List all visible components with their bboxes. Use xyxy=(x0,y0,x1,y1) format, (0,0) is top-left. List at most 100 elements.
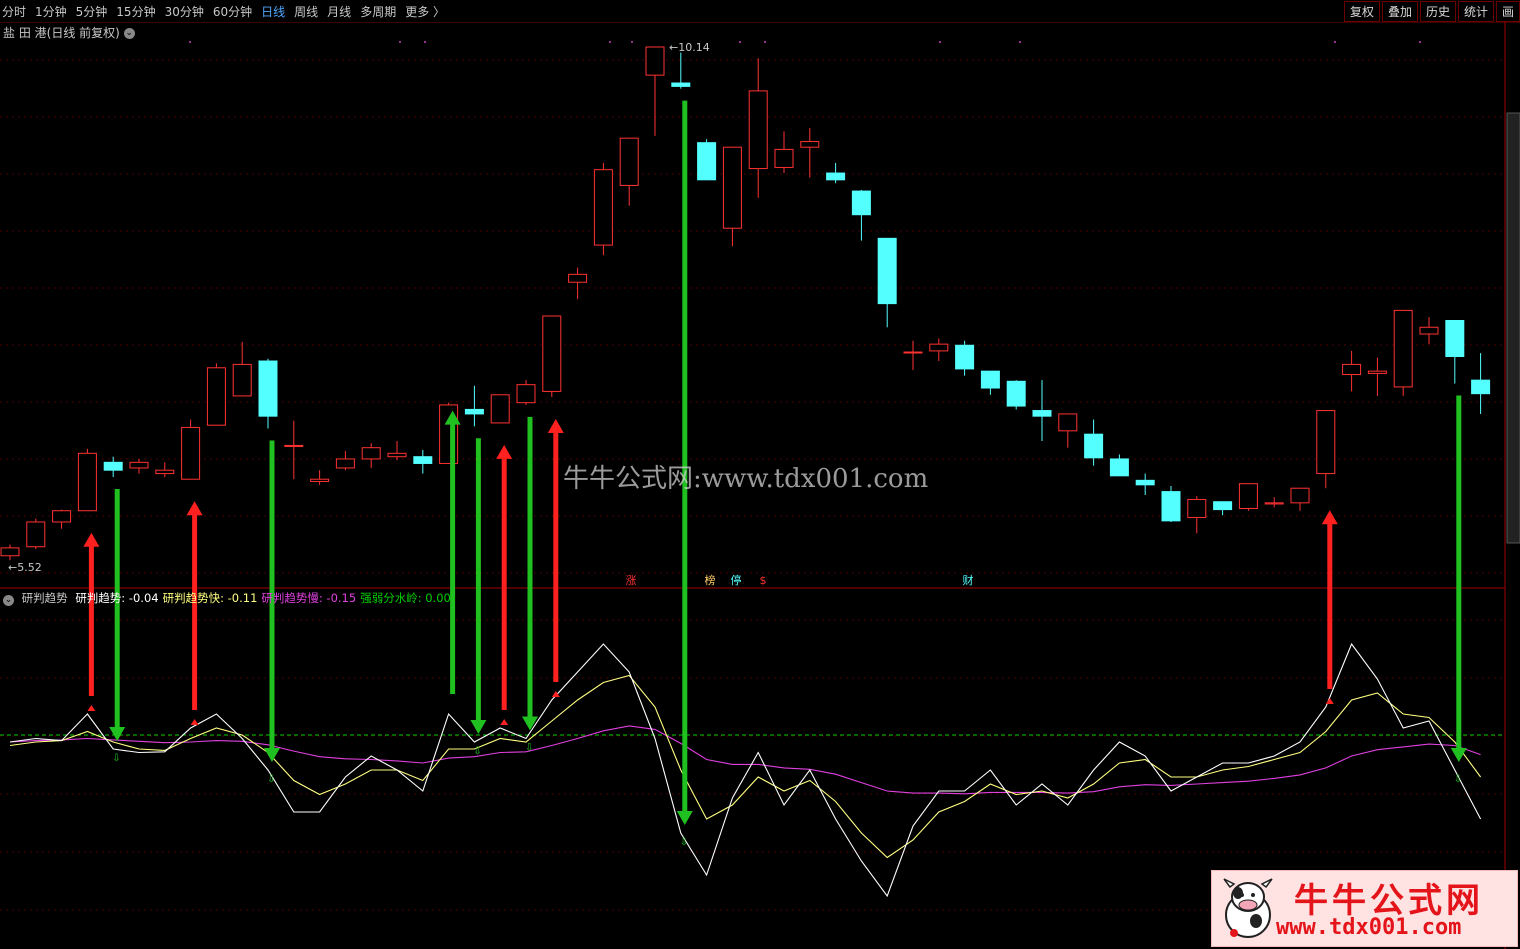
candle xyxy=(258,358,278,429)
candle-body xyxy=(955,344,975,370)
candle xyxy=(748,58,768,198)
candle xyxy=(413,449,433,474)
arrow-head xyxy=(676,811,693,825)
candle-body xyxy=(722,146,742,229)
candle xyxy=(232,341,252,397)
candle xyxy=(593,162,613,256)
settings-icon[interactable]: ⌄ xyxy=(3,595,14,606)
cow-logo-icon xyxy=(1223,878,1273,938)
candle xyxy=(26,518,46,549)
candle xyxy=(129,458,149,474)
candle-body xyxy=(1187,498,1207,518)
candle xyxy=(1264,497,1284,508)
candle xyxy=(697,139,717,181)
candle-body xyxy=(387,452,407,458)
candle xyxy=(1238,483,1258,511)
arrow-head xyxy=(264,748,280,762)
candle-body xyxy=(335,458,355,469)
event-marker: 榜 xyxy=(705,573,716,587)
candle-body xyxy=(1316,410,1336,475)
candle xyxy=(310,470,330,485)
candle-body xyxy=(1213,501,1233,511)
candle-body xyxy=(1419,326,1439,335)
sell-arrow xyxy=(522,416,538,731)
candle-body xyxy=(155,469,175,475)
candle xyxy=(955,340,975,376)
candle-body xyxy=(826,172,846,181)
candle-body xyxy=(26,521,46,548)
candle-body xyxy=(1161,491,1181,522)
candle xyxy=(1006,380,1026,410)
logo-banner[interactable]: 牛牛公式网 www.tdx001.com xyxy=(1211,870,1518,947)
indicator-value-2: 研判趋势慢: -0.15 xyxy=(261,591,357,605)
candle xyxy=(387,440,407,461)
arrow-head xyxy=(496,444,513,459)
candle xyxy=(516,380,536,405)
sell-marker: ⇩ xyxy=(112,753,120,764)
candle-body xyxy=(206,367,226,426)
candle-body xyxy=(490,394,510,424)
candle xyxy=(877,237,897,328)
top-marker-dot xyxy=(764,41,766,43)
candle-body xyxy=(774,148,794,168)
candle xyxy=(155,462,175,477)
candle xyxy=(1316,410,1336,489)
candle-body xyxy=(1058,413,1078,432)
buy-arrow xyxy=(547,419,564,682)
candle-body xyxy=(361,447,381,460)
top-marker-dot xyxy=(939,41,941,43)
top-marker-dot xyxy=(424,41,426,43)
candle-body xyxy=(593,169,613,246)
low-price-label: ←5.52 xyxy=(8,561,42,574)
high-price-label: ←10.14 xyxy=(669,41,710,54)
arrow-head xyxy=(109,727,126,741)
sell-marker: ⇩ xyxy=(267,774,275,785)
candle-body xyxy=(232,363,252,397)
candle-body xyxy=(1290,487,1310,504)
candle-body xyxy=(103,461,123,471)
candle xyxy=(335,451,355,471)
scrollbar-handle xyxy=(1506,112,1520,544)
indicator-legend: ⌄ 研判趋势 研判趋势: -0.04 研判趋势快: -0.11 研判趋势慢: -0.… xyxy=(3,590,459,606)
candle xyxy=(1471,353,1491,414)
candle xyxy=(929,338,949,362)
candle-body xyxy=(980,370,1000,389)
candle xyxy=(464,385,484,427)
candle xyxy=(619,137,639,206)
candle xyxy=(206,363,226,426)
sell-arrow xyxy=(470,438,487,734)
candle-body xyxy=(1264,502,1284,505)
candle xyxy=(52,509,72,529)
candle xyxy=(1058,413,1078,448)
buy-arrow xyxy=(1321,510,1338,689)
candle xyxy=(1187,496,1207,534)
indicator-name: 研判趋势 xyxy=(21,591,68,605)
candle xyxy=(181,419,201,480)
candle-body xyxy=(1367,370,1387,374)
candle-body xyxy=(619,137,639,186)
candle-body xyxy=(516,384,536,404)
candle-body xyxy=(464,408,484,415)
arrow-head xyxy=(1321,510,1338,525)
candle-body xyxy=(77,452,97,512)
buy-arrow xyxy=(496,444,513,710)
indicator-value-1: 研判趋势快: -0.11 xyxy=(162,591,258,605)
event-marker: 涨 xyxy=(626,574,637,587)
buy-arrow xyxy=(83,532,100,696)
candle-body xyxy=(1445,320,1465,358)
candle xyxy=(1032,380,1052,441)
candle-body xyxy=(1238,483,1258,509)
candle-body xyxy=(1135,479,1155,486)
candle-body xyxy=(697,142,717,181)
candle-body xyxy=(851,190,871,216)
candle-body xyxy=(413,456,433,464)
candle-body xyxy=(0,547,20,557)
candle xyxy=(103,456,123,477)
candle-body xyxy=(310,478,330,482)
candle xyxy=(774,131,794,174)
candle xyxy=(800,128,820,178)
sell-arrow xyxy=(1450,395,1467,762)
arrow-head xyxy=(83,532,100,547)
candle xyxy=(1419,317,1439,345)
candle xyxy=(1290,487,1310,511)
